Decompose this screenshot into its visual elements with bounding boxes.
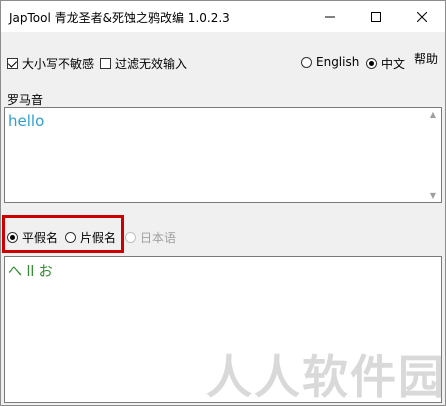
case-insensitive-label: 大小写不敏感 [22,57,95,71]
highlight-annotation [2,215,124,253]
maximize-icon [371,11,381,22]
watermark: 人人软件园 [206,350,446,404]
checkbox-checked-icon [7,58,18,69]
window-title: JapTool 青龙圣者&死蚀之鸦改编 1.0.2.3 [9,11,230,25]
radio-checked-icon [366,58,377,69]
filter-invalid-checkbox[interactable]: 过滤无效输入 [100,55,187,72]
maximize-button[interactable] [353,1,399,32]
case-insensitive-checkbox[interactable]: 大小写不敏感 [7,55,94,72]
minimize-icon [325,16,335,17]
close-button[interactable] [399,1,445,32]
radio-english[interactable]: English [301,55,359,69]
output-text: へ ll お [8,264,53,280]
close-icon [417,11,427,22]
romaji-text: hello [8,112,45,130]
chinese-label: 中文 [381,57,406,71]
scroll-up-icon[interactable]: ▲ [427,110,439,119]
radio-unchecked-icon [301,56,312,68]
checkbox-unchecked-icon [100,58,111,69]
romaji-input[interactable]: hello ▲ ▼ [4,107,442,203]
filter-invalid-label: 过滤无效输入 [115,57,188,71]
radio-disabled-icon [125,232,136,243]
title-bar: JapTool 青龙圣者&死蚀之鸦改编 1.0.2.3 [1,1,445,32]
app-window: JapTool 青龙圣者&死蚀之鸦改编 1.0.2.3 大小写不敏感 过滤无效输… [0,0,446,406]
radio-japanese: 日本语 [125,229,176,246]
romaji-label: 罗马音 [7,93,44,107]
scroll-down-icon[interactable]: ▼ [427,191,439,200]
english-label: English [316,55,360,69]
help-link[interactable]: 帮助 [414,50,438,67]
minimize-button[interactable] [307,1,353,32]
japanese-label: 日本语 [140,231,177,245]
radio-chinese[interactable]: 中文 [366,55,405,72]
